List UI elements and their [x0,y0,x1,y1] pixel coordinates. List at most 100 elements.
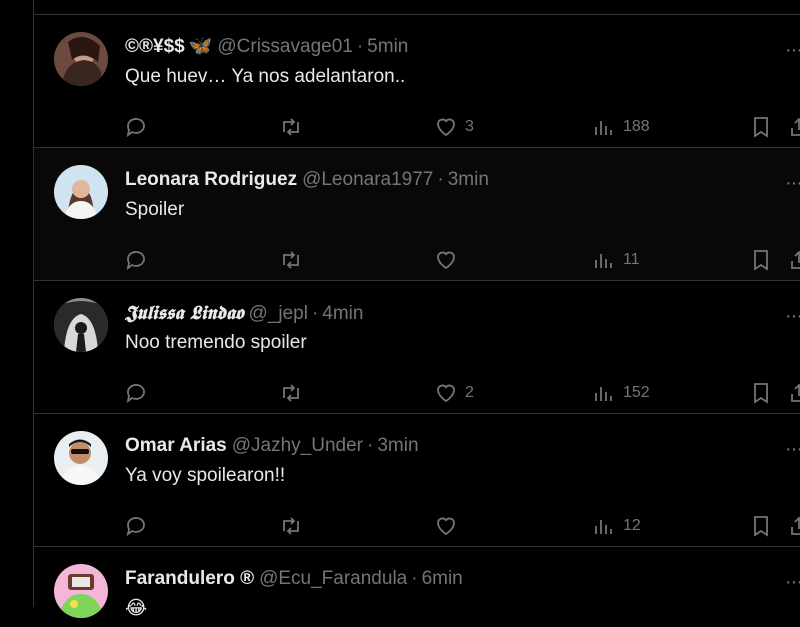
reply-button[interactable] [124,240,148,280]
tweet-actions: 11 [34,240,800,280]
share-button[interactable] [787,107,800,147]
tweet-header: ©®¥$$ 🦋 @Crissavage01 · 5min [125,36,408,58]
tweet-4[interactable]: Omar Arias@Jazhy_Under·3min ··· Ya voy s… [34,414,800,547]
retweet-button[interactable] [279,373,303,413]
reply-icon [126,384,145,404]
display-name[interactable]: Leonara Rodriguez [125,169,297,190]
reply-icon [126,251,145,271]
share-button[interactable] [787,506,800,546]
bookmark-button[interactable] [749,107,773,147]
avatar[interactable] [54,32,108,86]
reply-button[interactable] [124,506,148,546]
timestamp[interactable]: 4min [322,303,363,324]
more-icon[interactable]: ··· [785,306,800,326]
views-button[interactable]: 188 [592,107,650,147]
timestamp[interactable]: 6min [422,568,463,589]
share-icon [791,250,800,269]
retweet-icon [283,118,299,136]
heart-icon [437,384,455,403]
reply-icon [126,517,145,537]
views-icon [595,520,612,534]
tweet-header: Farandulero ® @Ecu_Farandula · 6min [125,568,463,590]
user-handle[interactable]: @Leonara1977 [302,169,433,190]
view-count: 12 [623,517,641,534]
retweet-button[interactable] [279,107,303,147]
view-count: 188 [623,118,650,135]
views-button[interactable]: 152 [592,373,650,413]
more-icon[interactable]: ··· [785,173,800,193]
tweet-text: Noo tremendo spoiler [125,332,307,353]
share-icon [791,383,800,402]
display-name[interactable]: Omar Arias [125,435,227,456]
views-icon [595,121,612,135]
tweet-text: Que huev… Ya nos adelantaron.. [125,66,406,87]
tweet-actions: 2 152 [34,373,800,413]
share-icon [791,117,800,136]
like-button[interactable]: 3 [434,107,474,147]
bookmark-button[interactable] [749,240,773,280]
tweet-2[interactable]: Leonara Rodriguez@Leonara1977·3min ··· S… [34,148,800,281]
bookmark-button[interactable] [749,373,773,413]
reply-button[interactable] [124,373,148,413]
separator-dot: · [367,435,374,456]
view-count: 11 [623,251,640,268]
user-handle[interactable]: @Ecu_Farandula [259,568,407,589]
display-name[interactable]: Farandulero ® [125,568,254,589]
timestamp[interactable]: 3min [448,169,489,190]
butterfly-emoji: 🦋 [188,36,213,57]
user-handle[interactable]: @Jazhy_Under [232,435,363,456]
tweet-header: Leonara Rodriguez @Leonara1977 · 3min [125,169,489,191]
avatar[interactable] [54,165,108,219]
retweet-icon [283,517,299,535]
views-button[interactable]: 12 [592,506,641,546]
like-button[interactable] [434,240,465,280]
tweet-text: Ya voy spoilearon!! [125,465,286,486]
separator-dot: · [437,169,444,190]
timestamp[interactable]: 3min [377,435,418,456]
like-button[interactable] [434,506,465,546]
views-button[interactable]: 11 [592,240,640,280]
avatar[interactable] [54,564,108,618]
more-icon[interactable]: ··· [785,40,800,60]
heart-icon [437,517,455,536]
view-count: 152 [623,384,650,401]
tweet-3[interactable]: 𝕵𝖚𝖑𝖎𝖘𝖘𝖆 𝕷𝖎𝖓𝖉𝖆𝖔@_jepl·4min ··· Noo tremen… [34,281,800,414]
bookmark-icon [754,117,768,138]
share-icon [791,516,800,535]
separator-dot: · [411,568,418,589]
heart-icon [437,118,455,137]
tweet-text: Spoiler [125,199,185,220]
bookmark-icon [754,383,768,404]
tweet-1[interactable]: ©®¥$$🦋@Crissavage01·5min ··· Que huev… Y… [34,15,800,148]
like-count: 2 [465,384,474,401]
user-handle[interactable]: @_jepl [249,303,308,324]
timestamp[interactable]: 5min [367,36,408,57]
reply-icon [126,118,145,138]
views-icon [595,254,612,268]
share-button[interactable] [787,240,800,280]
more-icon[interactable]: ··· [785,572,800,592]
display-name[interactable]: ©®¥$$ [125,36,185,57]
display-name[interactable]: 𝕵𝖚𝖑𝖎𝖘𝖘𝖆 𝕷𝖎𝖓𝖉𝖆𝖔 [125,302,244,324]
retweet-icon [283,384,299,402]
user-handle[interactable]: @Crissavage01 [217,36,352,57]
share-button[interactable] [787,373,800,413]
tweet-actions: 3 188 [34,107,800,147]
tweet-actions: 12 [34,506,800,546]
tweet-text: 😂 [125,598,148,619]
avatar[interactable] [54,431,108,485]
separator-dot: · [356,36,364,57]
bookmark-icon [754,250,768,271]
reply-button[interactable] [124,107,148,147]
tweet-5[interactable]: Farandulero ®@Ecu_Farandula·6min ··· 😂 [34,547,800,627]
retweet-button[interactable] [279,240,303,280]
retweet-button[interactable] [279,506,303,546]
more-icon[interactable]: ··· [785,439,800,459]
heart-icon [437,251,455,270]
like-button[interactable]: 2 [434,373,474,413]
bookmark-icon [754,516,768,537]
bookmark-button[interactable] [749,506,773,546]
avatar[interactable] [54,298,108,352]
tweet-header: Omar Arias @Jazhy_Under · 3min [125,435,419,457]
like-count: 3 [465,118,474,135]
